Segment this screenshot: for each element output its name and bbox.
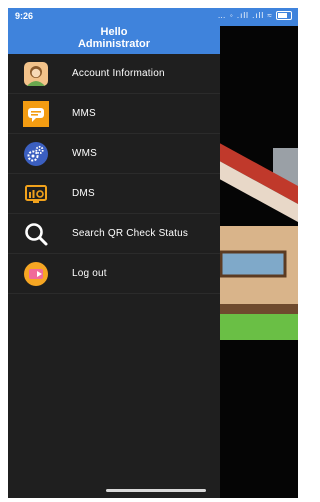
status-time: 9:26 [15, 11, 34, 21]
logout-icon [22, 260, 50, 288]
signal-icons: … ◦ .ıll .ıll ≈ [217, 11, 273, 20]
search-icon [22, 220, 50, 248]
dashboard-monitor-icon [22, 180, 50, 208]
greeting-username: Administrator [77, 38, 151, 50]
gears-icon [22, 140, 50, 168]
phone-screen: 9:26 … ◦ .ıll .ıll ≈ Hello Administrator [8, 8, 298, 498]
menu-label-dms: DMS [72, 188, 95, 199]
account-avatar-icon [22, 60, 50, 88]
menu-label-wms: WMS [72, 148, 98, 159]
chat-bubble-icon [22, 100, 50, 128]
menu-label-mms: MMS [72, 108, 96, 119]
menu-item-mms[interactable]: MMS [8, 94, 220, 134]
navigation-drawer: Hello Administrator Account Information [8, 8, 220, 498]
menu-label-log-out: Log out [72, 268, 107, 279]
status-bar: 9:26 … ◦ .ıll .ıll ≈ [8, 8, 298, 26]
menu-label-account-information: Account Information [72, 68, 165, 79]
home-indicator[interactable] [106, 489, 206, 492]
menu-item-dms[interactable]: DMS [8, 174, 220, 214]
greeting-hello: Hello [100, 26, 128, 38]
menu-item-wms[interactable]: WMS [8, 134, 220, 174]
menu-item-log-out[interactable]: Log out [8, 254, 220, 294]
menu-item-account-information[interactable]: Account Information [8, 54, 220, 94]
drawer-menu: Account Information MMS WMS DMS Search Q… [8, 54, 220, 294]
menu-label-search-qr-check-status: Search QR Check Status [72, 228, 189, 239]
status-icons: … ◦ .ıll .ıll ≈ [217, 11, 292, 21]
battery-icon [276, 11, 292, 21]
menu-item-search-qr-check-status[interactable]: Search QR Check Status [8, 214, 220, 254]
